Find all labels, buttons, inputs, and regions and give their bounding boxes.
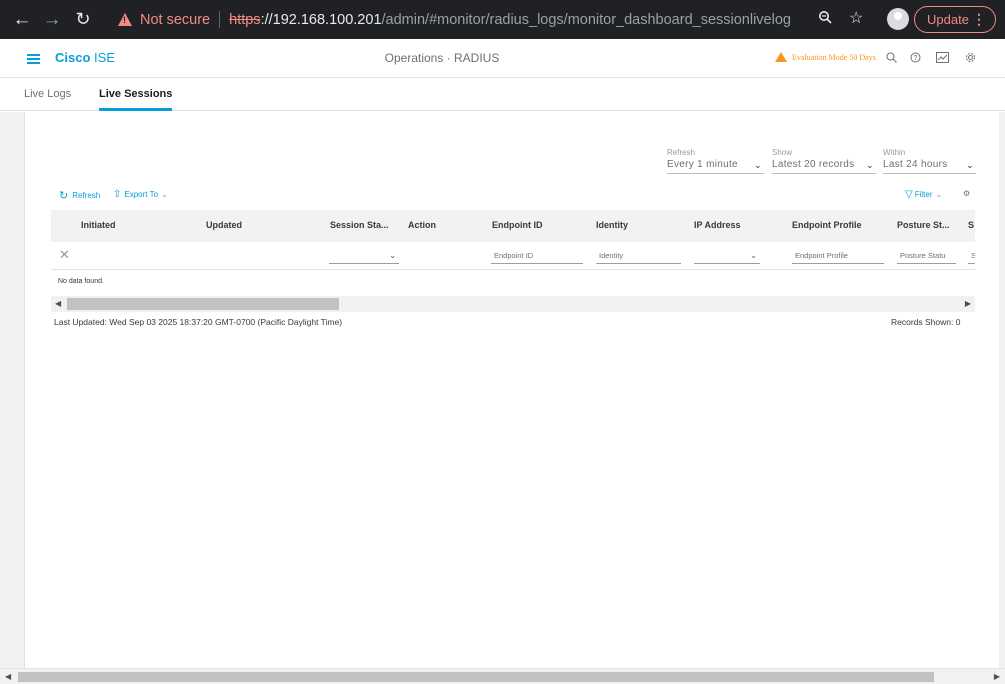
update-label: Update [927,12,969,27]
column-header-endpoint-id[interactable]: Endpoint ID [492,220,543,230]
scroll-left-arrow-icon[interactable]: ◀ [5,672,11,681]
column-header-ip-address[interactable]: IP Address [694,220,741,230]
refresh-icon: ↻ [59,190,69,202]
session-status-filter[interactable]: ⌄ [329,251,399,264]
refresh-button-label: Refresh [72,191,101,200]
scroll-right-arrow-icon[interactable]: ▶ [965,299,971,308]
column-header-initiated[interactable]: Initiated [81,220,116,230]
back-arrow-icon[interactable]: ← [9,7,35,33]
column-header-updated[interactable]: Updated [206,220,242,230]
refresh-select-value: Every 1 minute [667,159,738,170]
bookmark-star-icon[interactable]: ☆ [849,8,863,28]
show-select-value: Latest 20 records [772,159,855,170]
live-sessions-panel: Refresh Every 1 minute ⌄ Show Latest 20 … [26,112,999,668]
omnibox-divider [219,11,221,28]
column-header-posture-status[interactable]: Posture St... [897,220,950,230]
refresh-button[interactable]: ↻ Refresh [59,189,100,202]
address-bar[interactable]: Not secure https://192.168.100.201/admin… [108,5,874,34]
refresh-label: Refresh [667,148,696,157]
filter-row: ✕ ⌄ Endpoint ID Identity ⌄ Endpoint Prof… [51,242,975,270]
scroll-left-arrow-icon[interactable]: ◀ [55,299,61,308]
column-header-session-status[interactable]: Session Sta... [330,220,389,230]
chevron-down-icon: ⌄ [750,251,757,260]
chevron-down-icon: ⌄ [966,160,974,170]
column-header-endpoint-profile[interactable]: Endpoint Profile [792,220,862,230]
export-icon: ⇧ [113,189,122,200]
forward-arrow-icon[interactable]: → [39,7,65,33]
filter-icon: ▽ [905,189,913,200]
filter-button[interactable]: ▽ Filter ⌄ [905,189,942,200]
warning-icon [118,13,132,26]
page-horizontal-scrollbar[interactable]: ◀ ▶ [0,668,1005,684]
export-button[interactable]: ⇧ Export To ⌄ [113,189,168,200]
clear-filters-icon[interactable]: ✕ [59,247,70,263]
app-header: Cisco ISE Operations · RADIUS Evaluation… [0,39,1005,78]
url-path: /admin/#monitor/radius_logs/monitor_dash… [381,11,791,28]
empty-state-text: No data found. [58,278,104,285]
not-secure-label: Not secure [140,11,211,28]
within-label: Within [883,148,906,157]
right-gutter [999,112,1005,668]
ip-address-filter[interactable]: ⌄ [694,251,760,264]
show-select[interactable]: Latest 20 records ⌄ [772,159,876,174]
chevron-down-icon: ⌄ [754,160,762,170]
svg-text:?: ? [914,55,918,62]
scrollbar-thumb[interactable] [67,298,339,310]
dashboard-icon[interactable] [936,52,949,63]
url-scheme: https [229,11,261,28]
refresh-select[interactable]: Every 1 minute ⌄ [667,159,764,174]
column-header-action[interactable]: Action [408,220,436,230]
scrollbar-thumb[interactable] [18,672,934,682]
chevron-down-icon: ⌄ [161,190,168,199]
column-header-identity[interactable]: Identity [596,220,628,230]
evaluation-text: Evaluation Mode 50 Days [792,52,876,62]
filter-button-label: Filter [914,190,933,199]
within-select-value: Last 24 hours [883,159,948,170]
scroll-right-arrow-icon[interactable]: ▶ [994,672,1000,681]
table-horizontal-scrollbar[interactable]: ◀ ▶ [51,296,975,312]
last-updated-text: Last Updated: Wed Sep 03 2025 18:37:20 G… [54,317,343,327]
sessions-table: Initiated Updated Session Sta... Action … [51,210,975,270]
tab-live-logs[interactable]: Live Logs [24,88,71,100]
zoom-icon[interactable] [818,10,832,24]
records-shown-text: Records Shown: 0 [891,317,961,327]
evaluation-badge[interactable]: Evaluation Mode 50 Days [775,52,876,62]
chevron-down-icon: ⌄ [935,190,943,199]
column-settings-icon[interactable]: ⚙ [963,189,970,198]
help-icon[interactable]: ? [910,52,921,63]
endpoint-id-filter[interactable]: Endpoint ID [491,251,583,264]
column-header-truncated[interactable]: S [968,220,974,230]
chevron-down-icon: ⌄ [866,160,874,170]
update-button[interactable]: Update ⋮ [914,6,996,33]
search-icon[interactable] [886,52,897,63]
chevron-down-icon: ⌄ [389,251,396,260]
warning-icon [775,52,787,62]
identity-filter[interactable]: Identity [596,251,681,264]
left-gutter [0,112,25,668]
browser-toolbar: ← → ↻ Not secure https://192.168.100.201… [0,0,1005,39]
page-title: Operations · RADIUS [384,51,500,65]
export-button-label: Export To [124,190,159,199]
settings-gear-icon[interactable] [965,52,976,63]
show-label: Show [772,148,793,157]
within-select[interactable]: Last 24 hours ⌄ [883,159,976,174]
reload-icon[interactable]: ↻ [70,7,96,33]
more-menu-icon: ⋮ [972,11,986,27]
posture-status-filter[interactable]: Posture Statu [897,251,956,264]
tab-live-sessions[interactable]: Live Sessions [99,88,173,111]
truncated-filter[interactable]: S [968,251,975,264]
tab-bar: Live Logs Live Sessions [0,78,1005,111]
table-header: Initiated Updated Session Sta... Action … [51,210,975,242]
endpoint-profile-filter[interactable]: Endpoint Profile [792,251,884,264]
profile-avatar[interactable] [887,8,909,30]
url-host: ://192.168.100.201 [260,11,382,28]
